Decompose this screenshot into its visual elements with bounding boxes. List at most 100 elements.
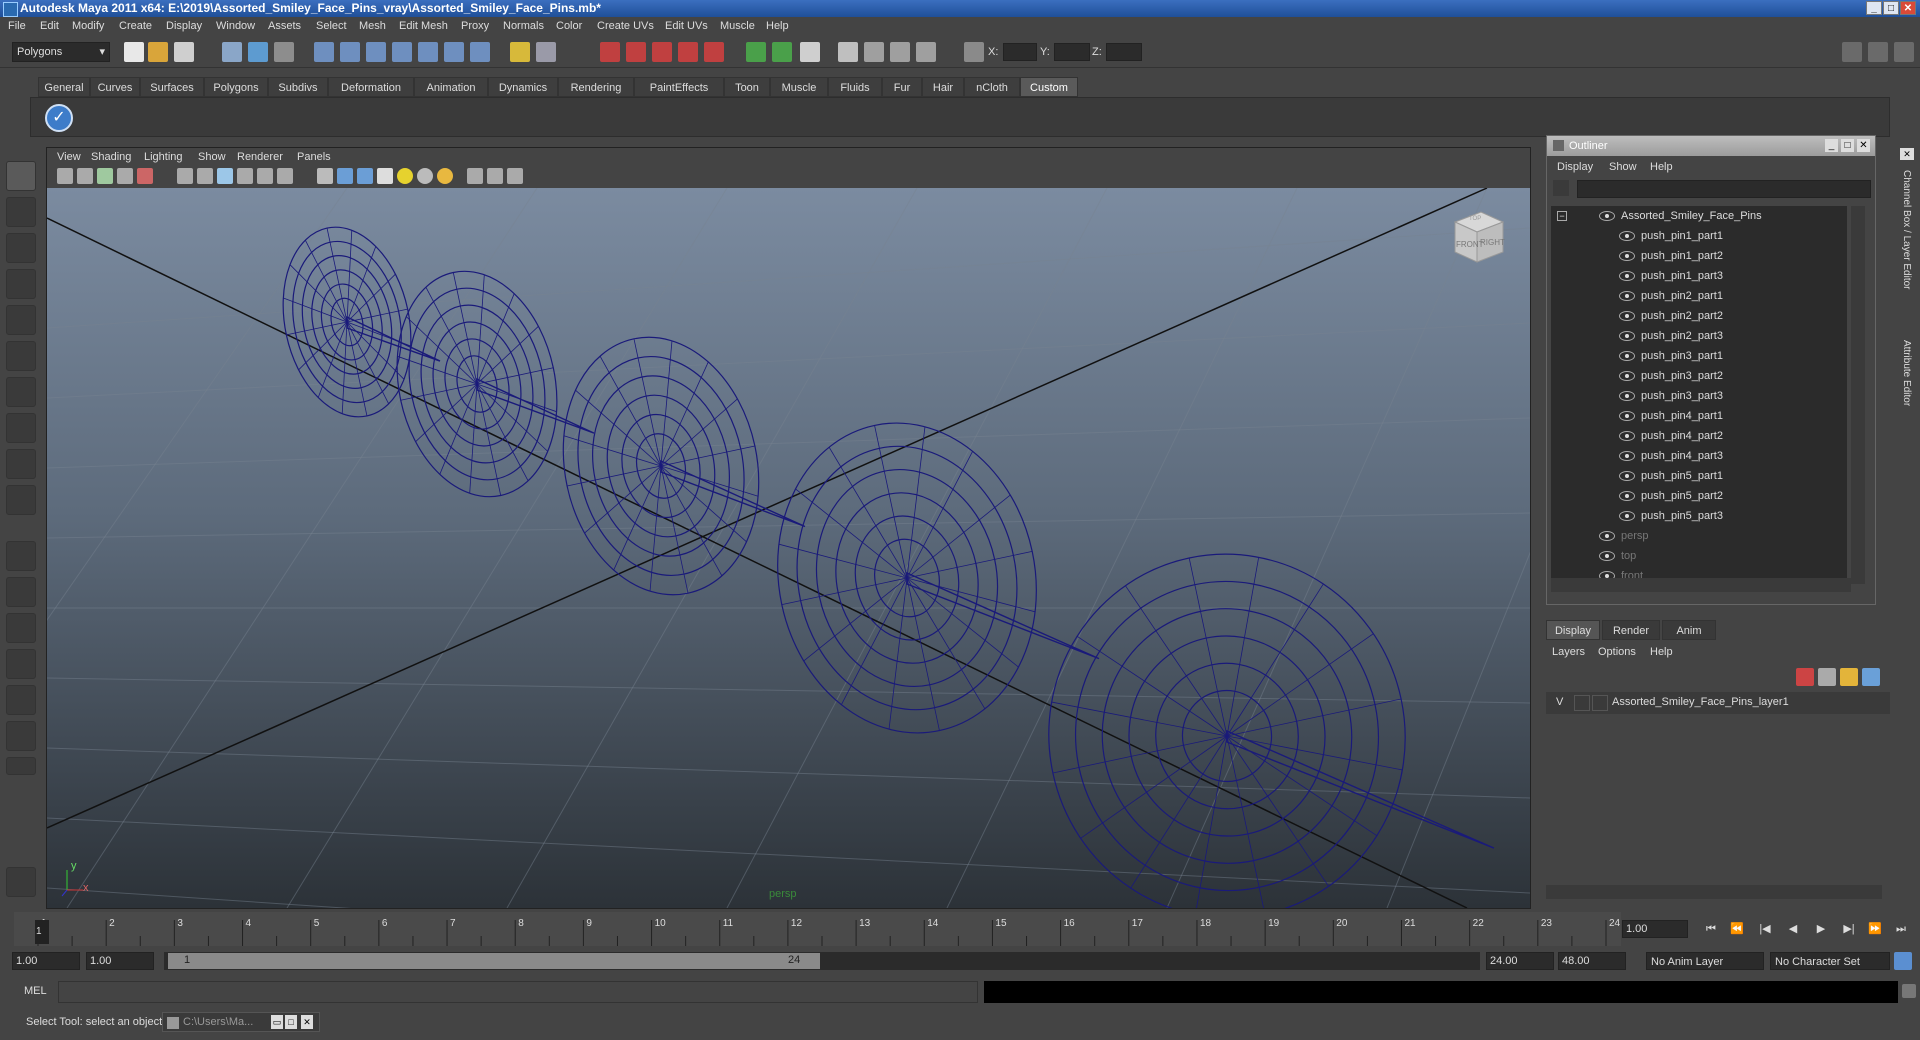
show-manipulator-icon[interactable] [6, 449, 36, 479]
anim-layer-dropdown[interactable]: No Anim Layer [1646, 952, 1764, 970]
outliner-item-push-pin1-part1[interactable]: push_pin1_part1 [1551, 226, 1847, 246]
history-icon[interactable] [470, 42, 490, 62]
menu-select[interactable]: Select [316, 20, 347, 32]
step-back-frame-button[interactable]: |◀ [1756, 922, 1774, 936]
cmdline-language-label[interactable]: MEL [24, 985, 47, 997]
layer-tab-render[interactable]: Render [1602, 620, 1660, 640]
outliner-minimize-button[interactable]: _ [1825, 139, 1838, 152]
camera-attributes-icon[interactable] [77, 168, 93, 184]
menu-create-uvs[interactable]: Create UVs [597, 20, 654, 32]
viewport-menu-panels[interactable]: Panels [297, 151, 331, 163]
menu-mesh[interactable]: Mesh [359, 20, 386, 32]
auto-key-icon[interactable] [1894, 952, 1912, 970]
grid-toggle-icon[interactable] [137, 168, 153, 184]
shelf-tab-dynamics[interactable]: Dynamics [488, 77, 558, 97]
shelf-tab-surfaces[interactable]: Surfaces [140, 77, 204, 97]
show-tool-settings-icon[interactable] [864, 42, 884, 62]
playback-start-field[interactable]: 1.00 [86, 952, 154, 970]
outliner-item-push-pin5-part2[interactable]: push_pin5_part2 [1551, 486, 1847, 506]
shelf-tab-general[interactable]: General [38, 77, 90, 97]
y-field[interactable] [1054, 43, 1090, 61]
outliner-item-push-pin1-part2[interactable]: push_pin1_part2 [1551, 246, 1847, 266]
channel-box-toggle-icon[interactable] [1894, 42, 1914, 62]
outliner-item-push-pin4-part1[interactable]: push_pin4_part1 [1551, 406, 1847, 426]
maximize-button[interactable]: □ [1883, 1, 1899, 15]
go-to-end-button[interactable]: ⏭ [1892, 922, 1910, 936]
viewport-menu-lighting[interactable]: Lighting [144, 151, 183, 163]
viewport-menu-renderer[interactable]: Renderer [237, 151, 283, 163]
range-slider-handle[interactable] [168, 953, 820, 969]
input-ops-icon[interactable] [772, 42, 792, 62]
render-frame-icon[interactable] [600, 42, 620, 62]
shelf-tab-hair[interactable]: Hair [922, 77, 964, 97]
menu-proxy[interactable]: Proxy [461, 20, 489, 32]
shelf-tab-polygons[interactable]: Polygons [204, 77, 268, 97]
shelf-tab-fluids[interactable]: Fluids [828, 77, 882, 97]
snap-point-icon[interactable] [366, 42, 386, 62]
snap-view-icon[interactable] [392, 42, 412, 62]
time-slider[interactable]: 123456789101112131415161718192021222324 … [14, 912, 1621, 946]
soft-modification-icon[interactable] [6, 413, 36, 443]
current-frame-field[interactable]: 1.00 [1622, 920, 1688, 938]
outliner-item-camera-top[interactable]: top [1551, 546, 1847, 566]
resolution-gate-icon[interactable] [197, 168, 213, 184]
outliner-item-push-pin2-part2[interactable]: push_pin2_part2 [1551, 306, 1847, 326]
wireframe-on-shaded-icon[interactable] [357, 168, 373, 184]
shelf-tab-animation[interactable]: Animation [414, 77, 488, 97]
four-view-layout-icon[interactable] [6, 577, 36, 607]
attribute-editor-tab[interactable]: Attribute Editor [1901, 340, 1912, 440]
single-perspective-layout-icon[interactable] [6, 541, 36, 571]
snap-grid-icon[interactable] [314, 42, 334, 62]
outliner-search-input[interactable] [1577, 180, 1871, 198]
menu-assets[interactable]: Assets [268, 20, 301, 32]
animation-end-field[interactable]: 48.00 [1558, 952, 1626, 970]
all-lights-icon[interactable] [417, 168, 433, 184]
wireframe-icon[interactable] [317, 168, 333, 184]
menu-edit-uvs[interactable]: Edit UVs [665, 20, 708, 32]
xray-icon[interactable] [487, 168, 503, 184]
side-close-icon[interactable]: ✕ [1900, 148, 1914, 160]
layer-color-swatch[interactable] [1592, 695, 1608, 711]
hypershade-icon[interactable] [678, 42, 698, 62]
safe-title-icon[interactable] [277, 168, 293, 184]
outliner-item-push-pin4-part2[interactable]: push_pin4_part2 [1551, 426, 1847, 446]
layer-tab-display[interactable]: Display [1546, 620, 1600, 640]
attribute-editor-toggle-icon[interactable] [1868, 42, 1888, 62]
gate-mask-icon[interactable] [217, 168, 233, 184]
shelf-tab-ncloth[interactable]: nCloth [964, 77, 1020, 97]
new-scene-icon[interactable] [124, 42, 144, 62]
menu-edit[interactable]: Edit [40, 20, 59, 32]
outliner-item-camera-persp[interactable]: persp [1551, 526, 1847, 546]
create-layer-from-selected-icon[interactable] [1818, 668, 1836, 686]
shelf-tab-fur[interactable]: Fur [882, 77, 922, 97]
shelf-tab-muscle[interactable]: Muscle [770, 77, 828, 97]
step-back-key-button[interactable]: ⏪ [1728, 922, 1746, 936]
snap-curve-icon[interactable] [340, 42, 360, 62]
step-forward-frame-button[interactable]: ▶| [1840, 922, 1858, 936]
close-button[interactable]: ✕ [1900, 1, 1916, 15]
viewport-menu-show[interactable]: Show [198, 151, 226, 163]
viewcube[interactable]: TOP FRONT RIGHT [1447, 206, 1507, 266]
move-layer-up-icon[interactable] [1840, 668, 1858, 686]
outliner-vertical-scrollbar[interactable] [1851, 206, 1865, 584]
step-forward-key-button[interactable]: ⏩ [1866, 922, 1884, 936]
outliner-item-push-pin3-part2[interactable]: push_pin3_part2 [1551, 366, 1847, 386]
clipboard-icon[interactable] [800, 42, 820, 62]
z-field[interactable] [1106, 43, 1142, 61]
create-empty-layer-icon[interactable] [1796, 668, 1814, 686]
menu-muscle[interactable]: Muscle [720, 20, 755, 32]
search-icon[interactable] [1553, 180, 1569, 196]
film-gate-icon[interactable] [177, 168, 193, 184]
shelf-tab-deformation[interactable]: Deformation [328, 77, 414, 97]
playback-end-field[interactable]: 24.00 [1486, 952, 1554, 970]
menu-help[interactable]: Help [766, 20, 789, 32]
scale-tool-icon[interactable] [6, 341, 36, 371]
move-tool-icon[interactable] [6, 269, 36, 299]
viewport-menu-view[interactable]: View [57, 151, 81, 163]
channel-box-layer-editor-tab[interactable]: Channel Box / Layer Editor [1901, 170, 1912, 320]
outliner-close-button[interactable]: ✕ [1857, 139, 1870, 152]
persp-outliner-layout-icon[interactable] [6, 613, 36, 643]
snap-surface-icon[interactable] [418, 42, 438, 62]
outliner-item-root[interactable]: Assorted_Smiley_Face_Pins [1551, 206, 1847, 226]
layer-menu-layers[interactable]: Layers [1552, 646, 1585, 658]
